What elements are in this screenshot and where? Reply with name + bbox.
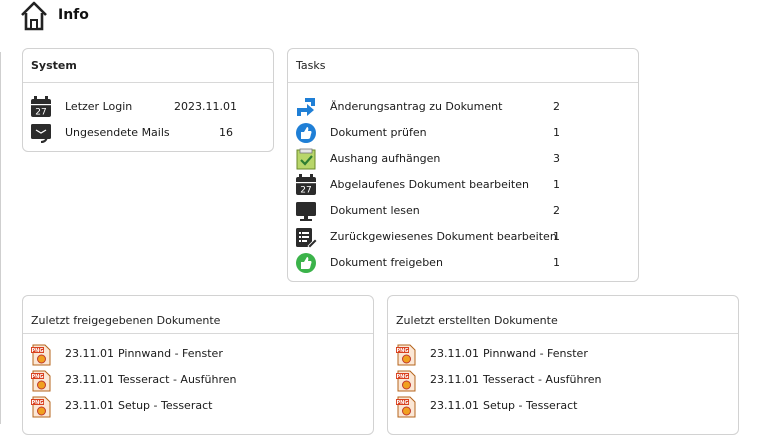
- png-file-icon: PNG: [31, 344, 51, 366]
- task-label: Änderungsantrag zu Dokument: [330, 100, 503, 113]
- document-row[interactable]: PNG 23.11.01 Setup - Tesseract: [388, 393, 738, 419]
- png-file-icon: PNG: [396, 396, 416, 418]
- document-date: 23.11.01: [65, 347, 114, 360]
- mail-send-icon: [31, 124, 51, 143]
- tasks-panel: Tasks Änderungsantrag zu Dokument 2 Doku…: [287, 48, 639, 282]
- calendar-icon: 27: [296, 174, 316, 196]
- document-date: 23.11.01: [430, 399, 479, 412]
- task-label: Dokument lesen: [330, 204, 420, 217]
- system-value: 2023.11.01: [174, 100, 237, 113]
- left-divider: [0, 52, 1, 424]
- document-date: 23.11.01: [65, 399, 114, 412]
- task-count: 2: [553, 100, 560, 113]
- system-label: Ungesendete Mails: [65, 126, 170, 139]
- page-title: Info: [58, 7, 89, 23]
- task-count: 1: [553, 230, 560, 243]
- task-row[interactable]: Dokument lesen 2: [288, 198, 638, 224]
- svg-text:PNG: PNG: [397, 400, 409, 406]
- document-name: Tesseract - Ausführen: [118, 373, 237, 386]
- svg-text:PNG: PNG: [32, 400, 44, 406]
- document-name: Tesseract - Ausführen: [483, 373, 602, 386]
- png-file-icon: PNG: [396, 344, 416, 366]
- calendar-icon: 27: [31, 96, 51, 118]
- document-date: 23.11.01: [430, 373, 479, 386]
- task-row[interactable]: Aushang aufhängen 3: [288, 146, 638, 172]
- svg-text:27: 27: [35, 108, 46, 118]
- task-count: 1: [553, 256, 560, 269]
- task-count: 1: [553, 126, 560, 139]
- svg-text:27: 27: [300, 186, 311, 196]
- task-row[interactable]: Dokument prüfen 1: [288, 120, 638, 146]
- task-count: 1: [553, 178, 560, 191]
- document-row[interactable]: PNG 23.11.01 Pinnwand - Fenster: [23, 341, 373, 367]
- system-row-unsent-mails[interactable]: Ungesendete Mails 16: [23, 120, 273, 146]
- svg-text:PNG: PNG: [397, 348, 409, 354]
- edit-list-icon: [296, 228, 317, 248]
- document-name: Pinnwand - Fenster: [483, 347, 588, 360]
- monitor-icon: [296, 202, 316, 221]
- home-icon[interactable]: [20, 1, 48, 31]
- created-documents-panel: Zuletzt erstellten Dokumente PNG 23.11.0…: [387, 295, 739, 435]
- document-date: 23.11.01: [65, 373, 114, 386]
- released-documents-panel: Zuletzt freigegebenen Dokumente PNG 23.1…: [22, 295, 374, 435]
- system-label: Letzer Login: [65, 100, 133, 113]
- tasks-panel-title: Tasks: [288, 49, 638, 83]
- task-label: Dokument freigeben: [330, 256, 443, 269]
- document-name: Setup - Tesseract: [483, 399, 578, 412]
- png-file-icon: PNG: [396, 370, 416, 392]
- thumbs-up-icon: [296, 123, 316, 143]
- svg-text:PNG: PNG: [32, 348, 44, 354]
- notice-board-icon: [296, 148, 316, 170]
- task-label: Dokument prüfen: [330, 126, 427, 139]
- png-file-icon: PNG: [31, 370, 51, 392]
- document-row[interactable]: PNG 23.11.01 Setup - Tesseract: [23, 393, 373, 419]
- document-date: 23.11.01: [430, 347, 479, 360]
- system-panel-title: System: [23, 49, 273, 83]
- document-row[interactable]: PNG 23.11.01 Tesseract - Ausführen: [388, 367, 738, 393]
- task-label: Abgelaufenes Dokument bearbeiten: [330, 178, 529, 191]
- document-name: Pinnwand - Fenster: [118, 347, 223, 360]
- task-row[interactable]: Zurückgewiesenes Dokument bearbeiten 1: [288, 224, 638, 250]
- task-row[interactable]: Dokument freigeben 1: [288, 250, 638, 276]
- document-row[interactable]: PNG 23.11.01 Tesseract - Ausführen: [23, 367, 373, 393]
- system-value: 16: [219, 126, 233, 139]
- approve-icon: [296, 253, 316, 273]
- svg-text:PNG: PNG: [32, 374, 44, 380]
- task-count: 2: [553, 204, 560, 217]
- change-request-icon: [297, 98, 315, 116]
- created-panel-title: Zuletzt erstellten Dokumente: [388, 296, 738, 334]
- task-label: Aushang aufhängen: [330, 152, 441, 165]
- system-row-last-login[interactable]: 27 Letzer Login 2023.11.01: [23, 94, 273, 120]
- task-row[interactable]: Änderungsantrag zu Dokument 2: [288, 94, 638, 120]
- page-header: Info: [0, 0, 768, 34]
- document-name: Setup - Tesseract: [118, 399, 213, 412]
- document-row[interactable]: PNG 23.11.01 Pinnwand - Fenster: [388, 341, 738, 367]
- system-panel: System 27 Letzer Login 2023.11.01 Ungese…: [22, 48, 274, 152]
- task-row[interactable]: 27 Abgelaufenes Dokument bearbeiten 1: [288, 172, 638, 198]
- png-file-icon: PNG: [31, 396, 51, 418]
- task-count: 3: [553, 152, 560, 165]
- released-panel-title: Zuletzt freigegebenen Dokumente: [23, 296, 373, 334]
- task-label: Zurückgewiesenes Dokument bearbeiten: [330, 230, 557, 243]
- svg-text:PNG: PNG: [397, 374, 409, 380]
